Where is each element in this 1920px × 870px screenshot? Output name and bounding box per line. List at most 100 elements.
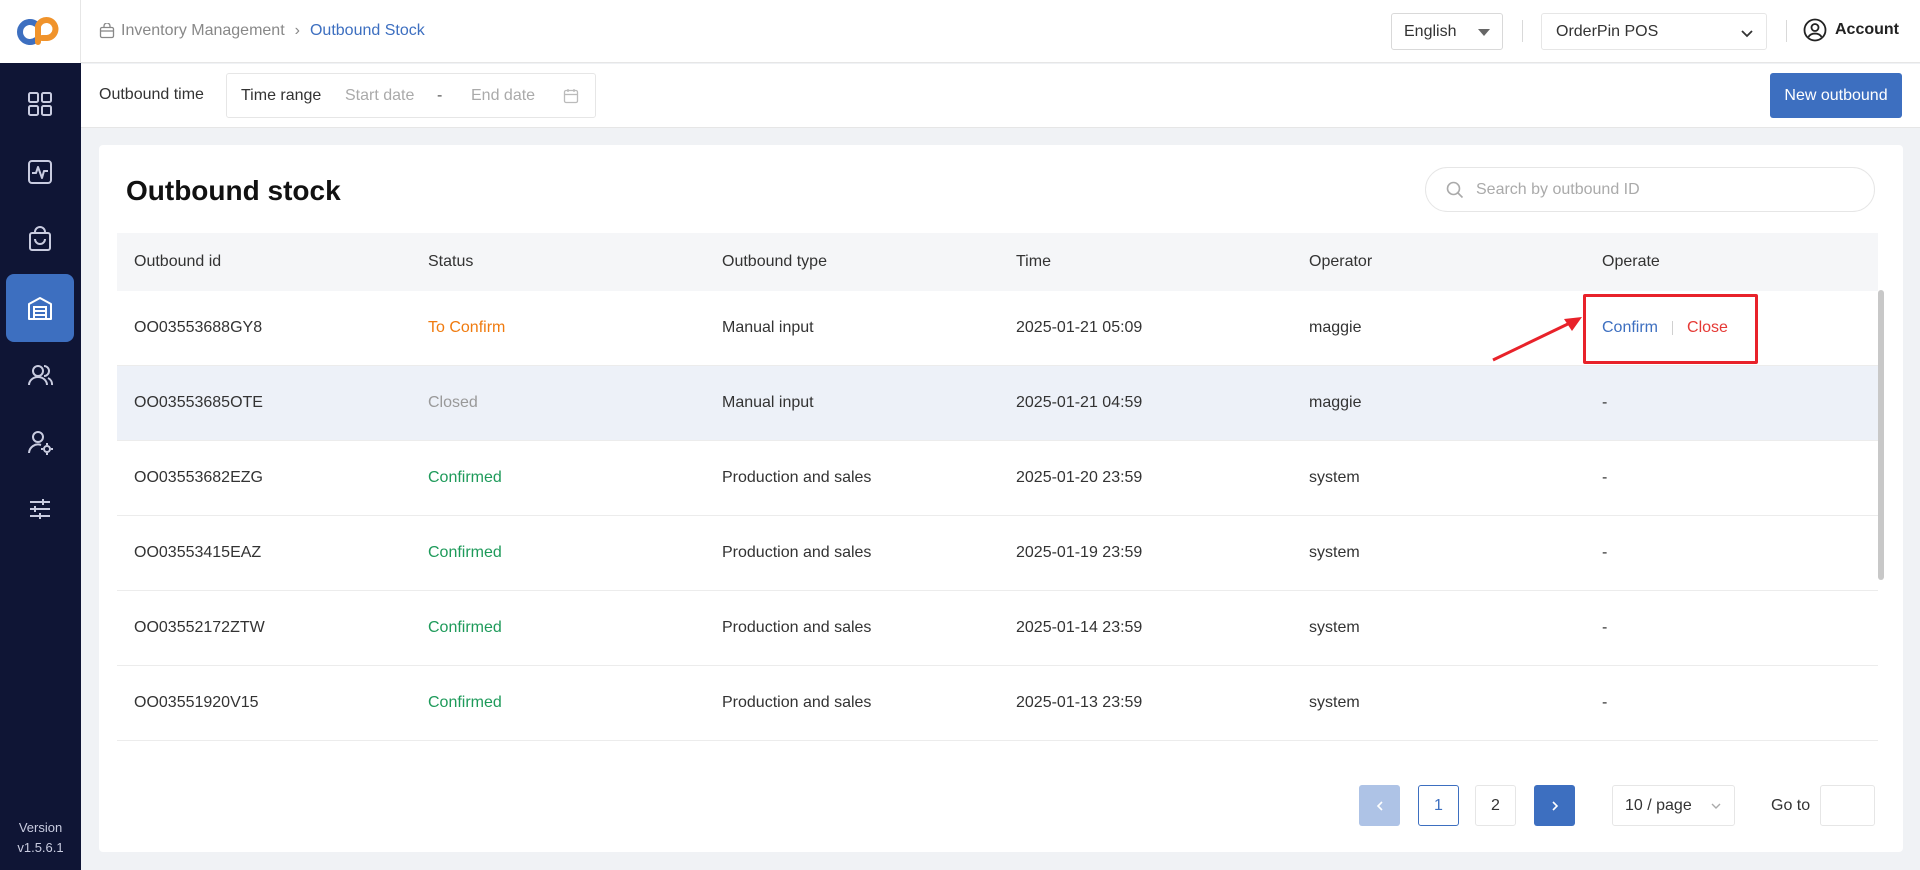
- outbound-type: Production and sales: [722, 469, 872, 486]
- outbound-type: Manual input: [722, 394, 814, 411]
- breadcrumb-current: Outbound Stock: [309, 22, 425, 39]
- outbound-time-label: Outbound time: [99, 86, 204, 103]
- store-select[interactable]: OrderPin POS: [1541, 13, 1767, 50]
- outbound-type: Production and sales: [722, 544, 872, 561]
- outbound-type: Production and sales: [722, 619, 872, 636]
- page-size-value: 10 / page: [1625, 796, 1692, 814]
- status-confirmed: Confirmed: [428, 544, 502, 561]
- table-row[interactable]: OO03553415EAZ Confirmed Production and s…: [117, 516, 1878, 591]
- language-value: English: [1404, 22, 1457, 40]
- goto-page-input[interactable]: [1820, 785, 1875, 826]
- operator: system: [1309, 619, 1360, 636]
- new-outbound-button[interactable]: New outbound: [1770, 73, 1902, 118]
- column-header-status: Status: [428, 253, 474, 270]
- chevron-right-icon: [1551, 800, 1558, 811]
- outbound-id: OO03553415EAZ: [134, 544, 262, 561]
- outbound-card: Outbound stock Outbound id Status Outbou…: [99, 145, 1903, 852]
- shopping-bag-icon: [29, 226, 51, 251]
- search-input[interactable]: [1476, 178, 1856, 202]
- outbound-time: 2025-01-21 04:59: [1016, 394, 1143, 411]
- warehouse-icon: [28, 297, 52, 320]
- outbound-time: 2025-01-13 23:59: [1016, 694, 1143, 711]
- account-menu[interactable]: Account: [1803, 18, 1899, 42]
- user-settings-icon: [28, 431, 53, 455]
- table-scrollbar[interactable]: [1878, 290, 1884, 580]
- operate-empty: -: [1602, 544, 1608, 561]
- goto-label: Go to: [1771, 797, 1811, 814]
- outbound-type: Production and sales: [722, 694, 872, 711]
- prev-page-button[interactable]: [1359, 785, 1400, 826]
- column-header-time: Time: [1016, 253, 1051, 270]
- column-header-operate: Operate: [1602, 253, 1660, 270]
- nav-orders[interactable]: [6, 205, 74, 273]
- status-to-confirm: To Confirm: [428, 319, 506, 336]
- nav-staff[interactable]: [6, 408, 74, 476]
- breadcrumb: Inventory Management › Outbound Stock: [99, 22, 425, 40]
- nav-customers[interactable]: [6, 341, 74, 409]
- caret-down-icon: [1478, 29, 1490, 36]
- version-info: Version v1.5.6.1: [0, 818, 81, 858]
- breadcrumb-parent[interactable]: Inventory Management: [121, 22, 285, 40]
- outbound-id: OO03551920V15: [134, 694, 259, 711]
- range-separator: -: [437, 87, 443, 104]
- table-row[interactable]: OO03551920V15 Confirmed Production and s…: [117, 666, 1878, 741]
- search-icon: [1446, 181, 1464, 199]
- nav-inventory[interactable]: [6, 274, 74, 342]
- start-date-input[interactable]: Start date: [345, 87, 414, 105]
- page-1-button[interactable]: 1: [1418, 785, 1459, 826]
- outbound-time: 2025-01-14 23:59: [1016, 619, 1143, 636]
- sliders-icon: [30, 499, 50, 519]
- operator: maggie: [1309, 394, 1362, 411]
- box-icon: [99, 23, 115, 39]
- operator: system: [1309, 694, 1360, 711]
- column-header-operator: Operator: [1309, 253, 1373, 270]
- time-range-label: Time range: [241, 87, 322, 104]
- operator: maggie: [1309, 319, 1362, 336]
- chevron-right-icon: ›: [294, 22, 300, 39]
- table-row[interactable]: OO03553682EZG Confirmed Production and s…: [117, 441, 1878, 516]
- calendar-icon: [563, 89, 579, 104]
- column-header-outbound-type: Outbound type: [722, 253, 827, 270]
- status-closed: Closed: [428, 394, 478, 411]
- outbound-time: 2025-01-20 23:59: [1016, 469, 1143, 486]
- page-title: Outbound stock: [126, 175, 341, 206]
- operate-empty: -: [1602, 619, 1608, 636]
- operate-empty: -: [1602, 394, 1608, 411]
- orderpin-logo[interactable]: [0, 0, 81, 63]
- end-date-input[interactable]: End date: [471, 87, 535, 105]
- nav-reports[interactable]: [6, 138, 74, 206]
- next-page-button[interactable]: [1534, 785, 1575, 826]
- page-2-button[interactable]: 2: [1475, 785, 1516, 826]
- page-size-select[interactable]: 10 / page: [1612, 785, 1735, 826]
- search-box[interactable]: [1425, 167, 1875, 212]
- nav-dashboard[interactable]: [6, 70, 74, 138]
- top-header: Inventory Management › Outbound Stock En…: [81, 0, 1920, 63]
- operator: system: [1309, 544, 1360, 561]
- sidebar: Version v1.5.6.1: [0, 0, 81, 870]
- header-divider: [1522, 20, 1523, 42]
- users-icon: [28, 365, 53, 386]
- table-row[interactable]: OO03553685OTE Closed Manual input 2025-0…: [117, 366, 1878, 441]
- outbound-time: 2025-01-19 23:59: [1016, 544, 1143, 561]
- table-header: Outbound id Status Outbound type Time Op…: [117, 233, 1878, 291]
- chevron-down-icon: [1741, 30, 1753, 38]
- outbound-id: OO03552172ZTW: [134, 619, 265, 636]
- time-range-picker[interactable]: Time range Start date - End date: [226, 73, 596, 118]
- column-header-outbound-id: Outbound id: [134, 253, 222, 270]
- table-row[interactable]: OO03552172ZTW Confirmed Production and s…: [117, 591, 1878, 666]
- nav-settings[interactable]: [6, 475, 74, 543]
- status-confirmed: Confirmed: [428, 619, 502, 636]
- operate-empty: -: [1602, 694, 1608, 711]
- store-value: OrderPin POS: [1556, 22, 1659, 40]
- activity-chart-icon: [28, 160, 52, 184]
- account-label: Account: [1835, 21, 1899, 38]
- chevron-down-icon: [1711, 803, 1721, 809]
- chevron-left-icon: [1376, 800, 1383, 811]
- header-divider: [1786, 20, 1787, 42]
- outbound-type: Manual input: [722, 319, 814, 336]
- language-select[interactable]: English: [1391, 13, 1503, 50]
- filter-bar: Outbound time Time range Start date - En…: [81, 64, 1920, 128]
- user-circle-icon: [1803, 18, 1827, 42]
- version-number: v1.5.6.1: [17, 840, 64, 855]
- operator: system: [1309, 469, 1360, 486]
